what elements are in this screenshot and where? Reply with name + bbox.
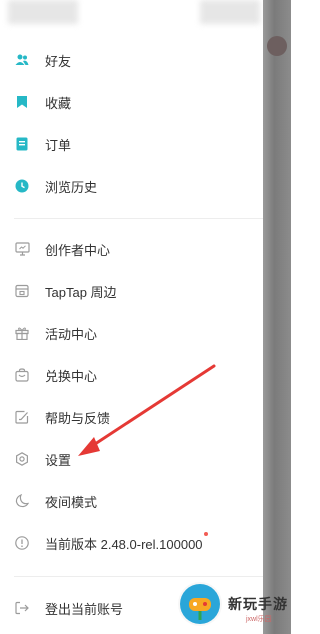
watermark: 新玩手游 jxwl乐园 — [178, 582, 288, 630]
watermark-subtext: jxwl乐园 — [246, 616, 272, 623]
watermark-text: 新玩手游 — [228, 596, 288, 612]
watermark-logo — [178, 582, 222, 626]
annotation-arrow — [78, 364, 216, 456]
